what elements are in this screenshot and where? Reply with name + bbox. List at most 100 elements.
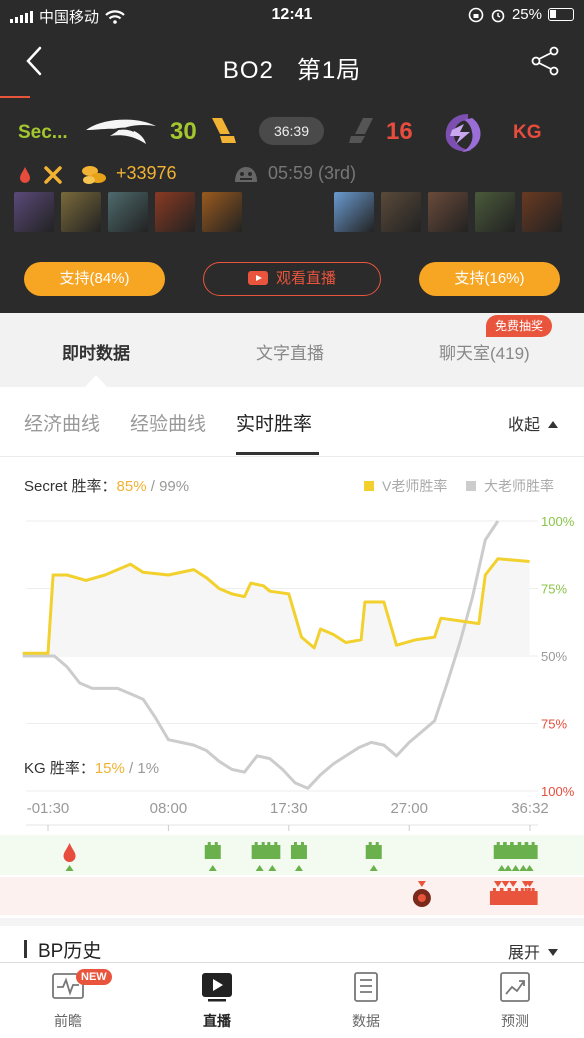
match-header: 中国移动 12:41 25% BO2 第1局 Sec... 30 36:39 1… xyxy=(0,0,584,313)
data-document-icon xyxy=(354,972,378,1002)
hero-portrait xyxy=(381,192,421,232)
team-a-win-rate-label: Secret 胜率： xyxy=(24,478,117,495)
caret-down-icon xyxy=(548,949,559,956)
team-b-logo xyxy=(445,114,481,152)
team-a-big-rate: 99% xyxy=(159,478,190,495)
team-b-win-rate: KG 胜率：15% / 1% xyxy=(24,757,159,778)
expand-label: 展开 xyxy=(508,945,541,962)
play-icon xyxy=(202,973,232,1002)
team-b-win-rate-label: KG 胜率： xyxy=(24,760,95,777)
bp-history-section: BP历史 展开 xyxy=(0,918,584,964)
tab-live-data[interactable]: 即时数据 xyxy=(62,339,130,364)
collapse-button[interactable]: 收起 xyxy=(508,411,559,435)
support-team-b-button[interactable]: 支持(16%) xyxy=(419,262,560,296)
match-events-row: +33976 05:59 (3rd) xyxy=(0,160,584,188)
rate-separator: / xyxy=(124,760,138,777)
support-team-a-button[interactable]: 支持(84%) xyxy=(24,262,165,296)
battery-level: 25% xyxy=(511,6,542,23)
gold-icon xyxy=(82,166,106,184)
rate-separator: / xyxy=(146,478,160,495)
legend-big: 大老师胜率 xyxy=(466,476,554,496)
y-tick-label: 100% xyxy=(541,514,575,529)
team-a-tower-icon xyxy=(212,118,236,143)
y-tick-label: 75% xyxy=(541,717,567,732)
gold-lead: +33976 xyxy=(116,163,177,183)
hero-portrait xyxy=(522,192,562,232)
team-a-name: Sec... xyxy=(18,122,68,143)
x-tick-label: 08:00 xyxy=(150,800,188,817)
x-tick-label: 36:32 xyxy=(511,800,549,817)
tab-text-live[interactable]: 文字直播 xyxy=(256,339,324,364)
tabbar-data-label: 数据 xyxy=(352,1013,380,1029)
team-a-v-rate: 85% xyxy=(116,478,147,495)
tabbar-preview-label: 前瞻 xyxy=(54,1013,82,1029)
y-tick-label: 50% xyxy=(541,649,567,664)
x-tick-label: 17:30 xyxy=(270,800,308,817)
hero-portrait xyxy=(202,192,242,232)
team-b-v-rate: 15% xyxy=(94,760,125,777)
subtab-economy[interactable]: 经济曲线 xyxy=(24,409,100,436)
hero-portrait xyxy=(475,192,515,232)
live-data-panel: 经济曲线 经验曲线 实时胜率 收起 Secret 胜率：85% / 99% V老… xyxy=(0,387,584,918)
hero-portrait xyxy=(334,192,374,232)
bottom-tab-bar: NEW 前瞻 直播 数据 预测 xyxy=(0,962,584,1038)
collapse-label: 收起 xyxy=(508,417,541,434)
caret-up-icon xyxy=(548,421,559,428)
hero-portrait xyxy=(108,192,148,232)
play-video-icon xyxy=(247,271,268,285)
alarm-icon xyxy=(491,9,505,22)
bp-history-title: BP历史 xyxy=(38,941,102,962)
subtab-win-rate[interactable]: 实时胜率 xyxy=(236,409,312,436)
section-marker xyxy=(24,940,27,958)
roshan-time: 05:59 (3rd) xyxy=(268,163,357,183)
hero-portrait xyxy=(428,192,468,232)
score-row: Sec... 30 36:39 16 KG xyxy=(0,108,584,156)
hero-portrait xyxy=(14,192,54,232)
battery-icon xyxy=(548,8,574,21)
v-area xyxy=(22,558,530,656)
team-a-win-rate: Secret 胜率：85% / 99% xyxy=(24,475,189,496)
divider xyxy=(0,456,584,457)
first-blood-icon xyxy=(20,167,30,183)
legend-v-swatch xyxy=(364,481,374,491)
expand-button[interactable]: 展开 xyxy=(508,939,559,963)
tabbar-predict-label: 预测 xyxy=(501,1013,529,1029)
tabbar-predict[interactable]: 预测 xyxy=(475,971,555,1031)
main-tabs: 即时数据 文字直播 聊天室(419) 免费抽奖 xyxy=(0,313,584,387)
team-a-kills: 30 xyxy=(170,118,197,145)
tab-chat[interactable]: 聊天室(419) xyxy=(439,339,530,364)
legend-big-swatch xyxy=(466,481,476,491)
team-b-heroes xyxy=(334,192,562,232)
subtab-experience[interactable]: 经验曲线 xyxy=(130,409,206,436)
nav-bar: BO2 第1局 xyxy=(0,30,584,98)
team-b-big-rate: 1% xyxy=(137,760,160,777)
tabbar-data[interactable]: 数据 xyxy=(326,971,406,1031)
tabbar-live-label: 直播 xyxy=(203,1013,231,1029)
roshan-kill-core xyxy=(417,894,426,902)
team-a-logo xyxy=(86,119,156,144)
team-b-kills: 16 xyxy=(386,118,413,145)
nav-indicator xyxy=(0,96,30,98)
watch-live-label: 观看直播 xyxy=(275,270,336,287)
first-ten-kills-icon xyxy=(44,166,62,184)
y-tick-label: 100% xyxy=(541,784,575,799)
win-rate-chart: 100% 75% 50% 75% 100% -01:30 08:00 17:30 27:00 36… xyxy=(0,514,584,915)
tabbar-live[interactable]: 直播 xyxy=(177,971,257,1031)
game-clock: 36:39 xyxy=(259,117,324,145)
legend-v: V老师胜率 xyxy=(364,476,447,496)
lottery-badge[interactable]: 免费抽奖 xyxy=(486,315,553,337)
status-bar: 中国移动 12:41 25% xyxy=(0,0,584,30)
legend-v-label: V老师胜率 xyxy=(382,478,448,494)
hero-portrait xyxy=(61,192,101,232)
tabbar-preview[interactable]: NEW 前瞻 xyxy=(28,969,112,1031)
team-b-name: KG xyxy=(513,122,542,143)
watch-live-button[interactable]: 观看直播 xyxy=(203,262,381,296)
hero-portrait xyxy=(155,192,195,232)
active-tab-caret xyxy=(85,375,107,387)
new-badge: NEW xyxy=(76,969,112,985)
action-buttons: 支持(84%) 观看直播 支持(16%) xyxy=(0,262,584,298)
share-icon[interactable] xyxy=(530,46,560,76)
subtab-underline xyxy=(236,452,319,455)
team-b-tower-icon xyxy=(349,118,373,143)
legend-big-label: 大老师胜率 xyxy=(484,478,554,494)
